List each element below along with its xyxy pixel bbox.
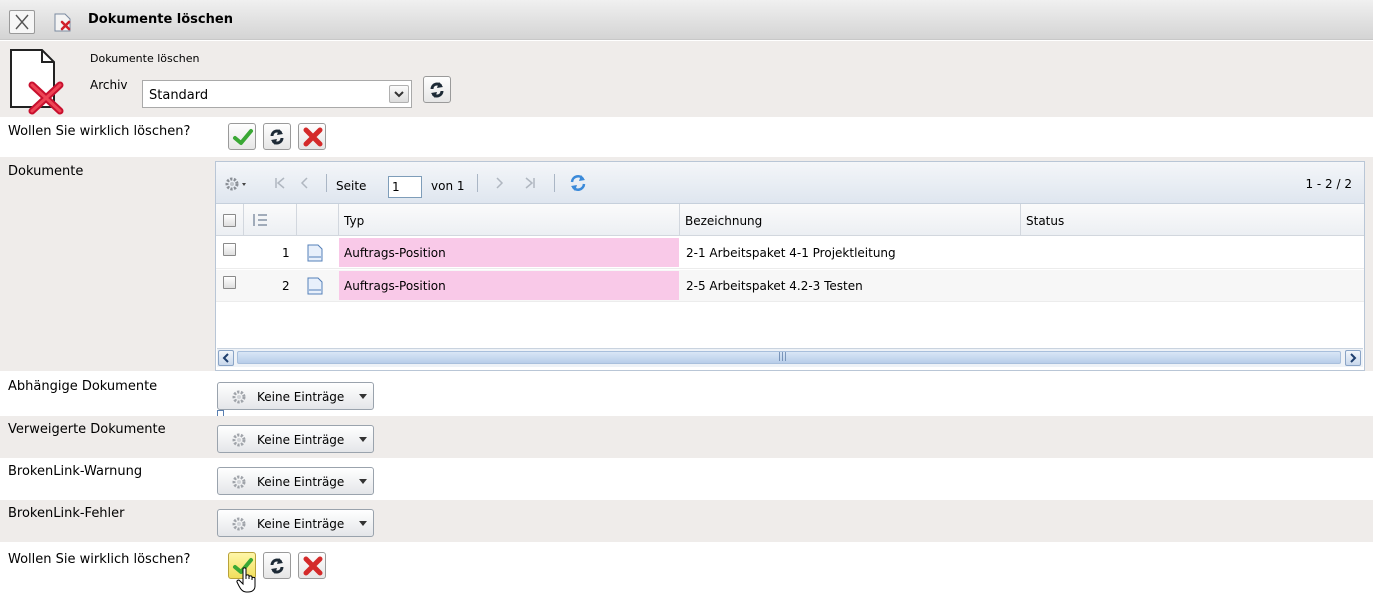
previous-page-icon[interactable] bbox=[299, 175, 311, 191]
archiv-label: Archiv bbox=[90, 78, 128, 92]
refresh-icon bbox=[270, 129, 284, 145]
section-abhaengige: Abhängige Dokumente Keine Einträge bbox=[0, 373, 1373, 417]
typ-cell-highlight: Auftrags-Position bbox=[339, 271, 679, 300]
table-row[interactable]: 1 Auftrags-Position 2-1 Arbeitspaket 4-1… bbox=[216, 237, 1364, 269]
verweigerte-button-label: Keine Einträge bbox=[257, 433, 345, 447]
record-range: 1 - 2 / 2 bbox=[1305, 177, 1352, 191]
brokenlink-warnung-button-label: Keine Einträge bbox=[257, 475, 345, 489]
section-brokenlink-fehler: BrokenLink-Fehler Keine Einträge bbox=[0, 500, 1373, 542]
column-header-bezeichnung[interactable]: Bezeichnung bbox=[680, 204, 1021, 235]
gear-icon bbox=[232, 517, 246, 531]
gear-icon bbox=[232, 390, 246, 404]
scroll-thumb[interactable]: ||| bbox=[237, 351, 1341, 364]
document-icon bbox=[307, 277, 323, 295]
first-page-icon[interactable] bbox=[273, 175, 287, 191]
page-number-input[interactable]: 1 bbox=[388, 176, 422, 198]
row-number-icon bbox=[253, 214, 267, 226]
caret-down-icon bbox=[359, 394, 367, 399]
archiv-dropdown-button[interactable] bbox=[389, 85, 409, 103]
red-x-icon bbox=[303, 556, 323, 576]
gear-icon bbox=[232, 475, 246, 489]
brokenlink-fehler-button-label: Keine Einträge bbox=[257, 517, 345, 531]
abhaengige-button-label: Keine Einträge bbox=[257, 390, 345, 404]
row-checkbox[interactable] bbox=[223, 243, 236, 256]
document-icon bbox=[307, 244, 323, 262]
row-number: 1 bbox=[282, 246, 290, 260]
window-titlebar: Dokumente löschen bbox=[0, 0, 1373, 40]
archiv-select[interactable]: Standard bbox=[142, 80, 412, 108]
caret-down-icon bbox=[359, 521, 367, 526]
scroll-grip: ||| bbox=[778, 352, 788, 362]
checkmark-icon bbox=[233, 129, 253, 145]
abhaengige-entries-button[interactable]: Keine Einträge bbox=[217, 382, 374, 410]
toolbar-separator bbox=[477, 174, 478, 192]
gear-icon bbox=[232, 433, 246, 447]
row-bezeichnung: 2-1 Arbeitspaket 4-1 Projektleitung bbox=[686, 246, 896, 260]
brokenlink-fehler-entries-button[interactable]: Keine Einträge bbox=[217, 509, 374, 537]
close-icon bbox=[15, 14, 29, 30]
page-count-label: von 1 bbox=[431, 179, 465, 193]
toolbar-separator bbox=[326, 174, 327, 192]
confirm-question-bottom: Wollen Sie wirklich löschen? bbox=[8, 552, 191, 567]
confirm-cancel-button-top[interactable] bbox=[298, 123, 326, 150]
scroll-right-button[interactable] bbox=[1345, 350, 1361, 366]
verweigerte-entries-button[interactable]: Keine Einträge bbox=[217, 425, 374, 453]
header-icon-cell bbox=[297, 204, 339, 235]
horizontal-scrollbar[interactable]: ||| bbox=[217, 348, 1363, 367]
archiv-select-value: Standard bbox=[149, 88, 209, 103]
table-row[interactable]: 2 Auftrags-Position 2-5 Arbeitspaket 4.2… bbox=[216, 270, 1364, 302]
next-page-icon[interactable] bbox=[493, 175, 505, 191]
caret-down-icon bbox=[359, 437, 367, 442]
page-label: Seite bbox=[336, 179, 367, 193]
archiv-refresh-button[interactable] bbox=[423, 76, 451, 103]
section-label-brokenlink-fehler: BrokenLink-Fehler bbox=[8, 506, 125, 521]
header-small-title: Dokumente löschen bbox=[90, 52, 200, 65]
grid-header-row: Typ Bezeichnung Status bbox=[216, 204, 1364, 236]
confirm-refresh-button-top[interactable] bbox=[263, 123, 291, 150]
row-typ: Auftrags-Position bbox=[344, 246, 446, 260]
confirm-question-top: Wollen Sie wirklich löschen? bbox=[8, 124, 191, 139]
row-typ: Auftrags-Position bbox=[344, 279, 446, 293]
select-all-checkbox[interactable] bbox=[223, 214, 236, 227]
toolbar-separator bbox=[554, 174, 555, 192]
refresh-icon bbox=[430, 82, 444, 98]
confirm-refresh-button-bottom[interactable] bbox=[263, 552, 291, 579]
confirm-cancel-button-bottom[interactable] bbox=[298, 552, 326, 579]
typ-cell-highlight: Auftrags-Position bbox=[339, 238, 679, 267]
column-header-typ[interactable]: Typ bbox=[339, 204, 680, 235]
refresh-icon bbox=[270, 558, 284, 574]
row-checkbox[interactable] bbox=[223, 276, 236, 289]
chevron-right-icon bbox=[1350, 353, 1357, 363]
last-page-icon[interactable] bbox=[523, 175, 537, 191]
section-verweigerte: Verweigerte Dokumente Keine Einträge bbox=[0, 416, 1373, 458]
window-title: Dokumente löschen bbox=[88, 12, 233, 27]
chevron-down-icon bbox=[394, 91, 404, 98]
row-bezeichnung: 2-5 Arbeitspaket 4.2-3 Testen bbox=[686, 279, 863, 293]
delete-document-icon bbox=[54, 13, 71, 32]
grid-toolbar: Seite 1 von 1 1 - 2 / 2 bbox=[216, 162, 1364, 204]
header-number-cell bbox=[244, 204, 297, 235]
documents-grid: Seite 1 von 1 1 - 2 / 2 Typ Bezeichnung … bbox=[215, 161, 1365, 371]
documents-label: Dokumente bbox=[8, 164, 84, 179]
close-button[interactable] bbox=[9, 10, 35, 34]
delete-document-large-icon bbox=[10, 49, 64, 115]
gear-menu-icon[interactable] bbox=[224, 175, 250, 193]
header-select-all-cell bbox=[216, 204, 244, 235]
section-label-abhaengige: Abhängige Dokumente bbox=[8, 379, 158, 394]
section-label-brokenlink-warnung: BrokenLink-Warnung bbox=[8, 464, 143, 479]
row-number: 2 bbox=[282, 279, 290, 293]
column-header-status[interactable]: Status bbox=[1021, 204, 1364, 235]
caret-down-icon bbox=[359, 479, 367, 484]
confirm-yes-button-top[interactable] bbox=[228, 123, 256, 150]
header-panel: Dokumente löschen Archiv Standard bbox=[0, 41, 1373, 117]
brokenlink-warnung-entries-button[interactable]: Keine Einträge bbox=[217, 467, 374, 495]
red-x-icon bbox=[303, 127, 323, 147]
section-brokenlink-warnung: BrokenLink-Warnung Keine Einträge bbox=[0, 458, 1373, 500]
hand-cursor-icon bbox=[236, 567, 256, 593]
section-label-verweigerte: Verweigerte Dokumente bbox=[8, 422, 166, 437]
refresh-grid-icon[interactable] bbox=[568, 173, 588, 193]
chevron-left-icon bbox=[222, 353, 229, 363]
scroll-left-button[interactable] bbox=[218, 350, 234, 366]
